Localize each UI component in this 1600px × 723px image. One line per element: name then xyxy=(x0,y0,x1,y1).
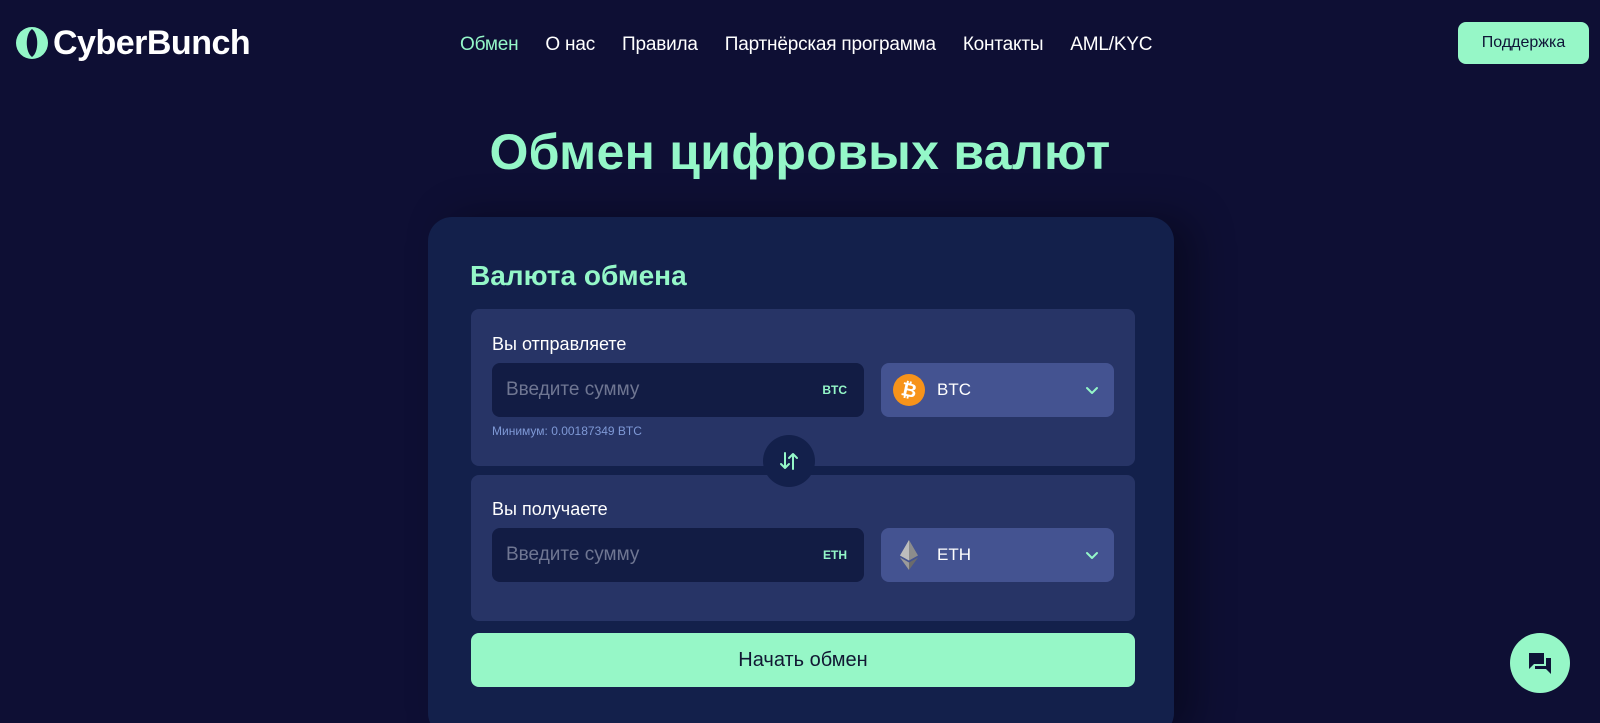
main-nav: Обмен О нас Правила Партнёрская программ… xyxy=(460,31,1179,59)
swap-currencies-button[interactable] xyxy=(763,435,815,487)
swap-arrows-icon xyxy=(780,452,798,470)
receive-label: Вы получаете xyxy=(492,499,608,519)
send-label: Вы отправляете xyxy=(492,334,627,354)
chat-button[interactable] xyxy=(1510,633,1570,693)
page: CyberBunch Обмен О нас Правила Партнёрск… xyxy=(0,0,1600,723)
logo[interactable]: CyberBunch xyxy=(15,24,251,62)
nav-item-contacts[interactable]: Контакты xyxy=(963,31,1044,59)
receive-amount-input[interactable] xyxy=(492,528,792,582)
send-amount-input[interactable] xyxy=(492,363,792,417)
logo-text: CyberBunch xyxy=(53,24,251,62)
support-button[interactable]: Поддержка xyxy=(1458,22,1589,64)
start-exchange-button[interactable]: Начать обмен xyxy=(471,633,1135,687)
chevron-down-icon xyxy=(1086,387,1098,394)
nav-item-aml-kyc[interactable]: AML/KYC xyxy=(1070,31,1152,59)
logo-mark-icon xyxy=(16,27,48,59)
exchange-card: Валюта обмена Вы отправляете BTC ₿ BTC М… xyxy=(428,217,1174,723)
send-amount-field: BTC xyxy=(492,363,864,417)
nav-item-about[interactable]: О нас xyxy=(545,31,595,59)
exchange-card-title: Валюта обмена xyxy=(470,260,687,291)
site-header: CyberBunch Обмен О нас Правила Партнёрск… xyxy=(0,0,1600,88)
send-currency-name: BTC xyxy=(937,380,971,399)
ethereum-icon xyxy=(900,540,918,570)
receive-amount-currency-code: ETH xyxy=(823,548,847,562)
send-currency-select[interactable]: ₿ BTC xyxy=(881,363,1114,417)
send-minimum-hint: Минимум: 0.00187349 BTC xyxy=(492,424,642,438)
page-title: Обмен цифровых валют xyxy=(489,124,1111,180)
receive-panel: Вы получаете ETH ETH xyxy=(471,475,1135,621)
bitcoin-icon: ₿ xyxy=(893,374,925,406)
chat-icon xyxy=(1529,653,1551,674)
send-amount-currency-code: BTC xyxy=(822,383,847,397)
receive-amount-field: ETH xyxy=(492,528,864,582)
nav-item-partner-program[interactable]: Партнёрская программа xyxy=(725,31,936,59)
nav-item-exchange[interactable]: Обмен xyxy=(460,31,519,59)
chevron-down-icon xyxy=(1086,552,1098,559)
receive-currency-name: ETH xyxy=(937,545,971,564)
receive-currency-select[interactable]: ETH xyxy=(881,528,1114,582)
nav-item-rules[interactable]: Правила xyxy=(622,31,698,59)
